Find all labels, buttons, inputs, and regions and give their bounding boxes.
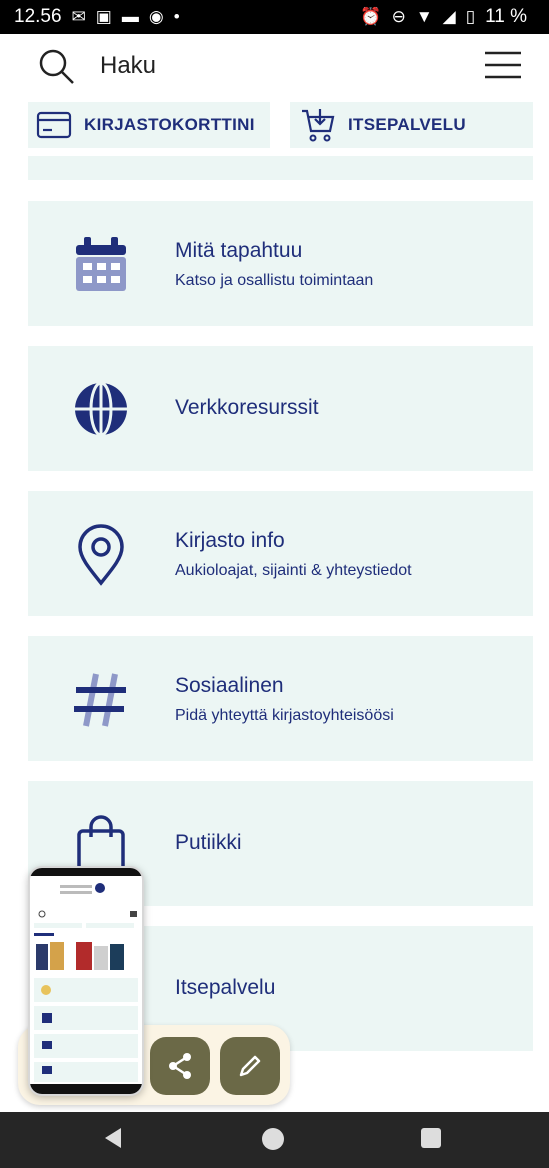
tile-online-resources[interactable]: Verkkoresurssit	[28, 346, 533, 471]
screenshot-preview-thumbnail[interactable]	[28, 866, 144, 1096]
hamburger-menu-icon[interactable]	[485, 50, 521, 80]
tile-subtitle: Pidä yhteyttä kirjastoyhteisöösi	[175, 707, 394, 724]
recent-apps-icon[interactable]	[421, 1128, 441, 1148]
quick-link-label: KIRJASTOKORTTINI	[84, 115, 255, 134]
tile-title: Itsepalvelu	[175, 976, 276, 999]
chrome-icon: ◉	[148, 7, 164, 26]
quick-link-library-card[interactable]: KIRJASTOKORTTINI	[28, 102, 270, 148]
calendar-icon	[76, 237, 126, 291]
tile-title: Putiikki	[175, 831, 242, 854]
tile-social[interactable]: Sosiaalinen Pidä yhteyttä kirjastoyhteis…	[28, 636, 533, 761]
search-label[interactable]: Haku	[100, 52, 156, 80]
tile-subtitle: Katso ja osallistu toimintaan	[175, 272, 374, 289]
alarm-icon: ⏰	[360, 7, 382, 26]
library-card-icon	[36, 111, 72, 139]
status-time: 12.56	[14, 6, 62, 27]
quick-link-label: ITSEPALVELU	[348, 115, 466, 134]
location-pin-icon	[78, 524, 124, 586]
share-button[interactable]	[150, 1037, 210, 1095]
edit-button[interactable]	[220, 1037, 280, 1095]
content-strip	[28, 156, 533, 180]
back-icon[interactable]	[105, 1128, 121, 1148]
quick-link-self-service[interactable]: ITSEPALVELU	[290, 102, 533, 148]
search-icon[interactable]	[38, 48, 76, 86]
status-bar: 12.56 ✉ ▣ ▬ ◉ • ⏰ ⊖ ▼ ◢ ▯ 11 %	[0, 0, 549, 34]
battery-icon: ▯	[465, 7, 476, 26]
tile-subtitle: Aukioloajat, sijainti & yhteystiedot	[175, 562, 412, 579]
wifi-icon: ▼	[415, 7, 433, 26]
tile-library-info[interactable]: Kirjasto info Aukioloajat, sijainti & yh…	[28, 491, 533, 616]
screenshot-preview-image	[30, 868, 142, 1094]
system-navigation-bar	[0, 1112, 549, 1168]
mail-icon: ✉	[71, 7, 86, 26]
globe-icon	[75, 381, 127, 437]
battery-level: 11 %	[485, 6, 527, 27]
calendar-notification-icon: ▣	[95, 7, 112, 26]
message-icon: ▬	[121, 7, 139, 26]
dnd-icon: ⊖	[391, 7, 406, 26]
home-icon[interactable]	[262, 1128, 284, 1150]
app-header: Haku	[0, 34, 549, 98]
signal-icon: ◢	[442, 7, 456, 26]
tile-title: Sosiaalinen	[175, 674, 284, 697]
cart-icon	[302, 109, 335, 142]
hashtag-icon	[74, 673, 126, 727]
share-icon	[169, 1053, 191, 1079]
tile-title: Kirjasto info	[175, 529, 285, 552]
tile-events[interactable]: Mitä tapahtuu Katso ja osallistu toimint…	[28, 201, 533, 326]
pencil-icon	[239, 1055, 261, 1077]
tile-title: Verkkoresurssit	[175, 396, 319, 419]
dot-icon: •	[173, 7, 180, 26]
tile-title: Mitä tapahtuu	[175, 239, 303, 262]
